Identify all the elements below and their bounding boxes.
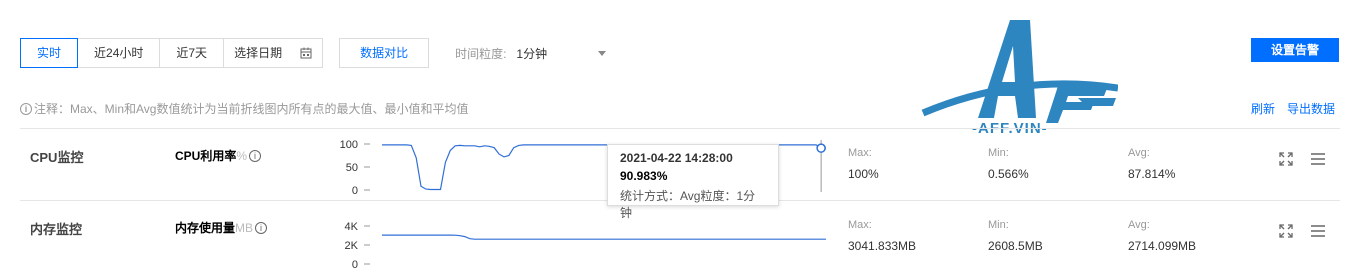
y-tick-label: 2K [345, 240, 359, 252]
metric-name: 内存使用量 MB i [175, 219, 268, 236]
y-tick-label: 100 [340, 139, 358, 151]
help-icon[interactable]: i [249, 149, 262, 162]
stat-min-label: Min: [988, 147, 1009, 159]
stat-max: Max: 100% [848, 147, 879, 181]
stat-min: Min: 2608.5MB [988, 219, 1043, 253]
metric-unit: % [236, 148, 248, 163]
y-tick-label: 50 [346, 162, 358, 174]
metric-unit: MB [235, 220, 254, 235]
stats-note-text: 注释：Max、Min和Avg数值统计为当前折线图内所有点的最大值、最小值和平均值 [34, 102, 469, 116]
info-icon: i [20, 102, 32, 115]
time-range-group: 实时 近24小时 近7天 选择日期 [20, 38, 324, 68]
granularity-value: 1分钟 [516, 46, 548, 61]
stat-max-value: 100% [848, 167, 879, 181]
stat-min-value: 0.566% [988, 167, 1029, 181]
range-24h-button[interactable]: 近24小时 [77, 38, 161, 68]
fullscreen-icon[interactable] [1278, 151, 1294, 167]
stat-min-value: 2608.5MB [988, 239, 1043, 253]
row-title: CPU监控 [30, 150, 84, 165]
set-alarm-button[interactable]: 设置告警 [1251, 38, 1339, 62]
metric-name: CPU利用率 % i [175, 147, 262, 164]
granularity-label: 时间粒度: [455, 46, 507, 61]
granularity-select[interactable]: 1分钟 [516, 45, 607, 62]
metric-label: CPU利用率 [175, 149, 237, 163]
stat-avg-value: 2714.099MB [1128, 239, 1197, 253]
stat-max-value: 3041.833MB [848, 239, 917, 253]
y-tick-label: 4K [345, 221, 359, 233]
granularity-control: 时间粒度: 1分钟 [455, 45, 607, 62]
stat-max: Max: 3041.833MB [848, 219, 916, 253]
stat-min-label: Min: [988, 219, 1009, 231]
chevron-down-icon [598, 50, 607, 56]
stat-min: Min: 0.566% [988, 147, 1029, 181]
menu-icon[interactable] [1310, 152, 1326, 166]
range-7d-button[interactable]: 近7天 [159, 38, 225, 68]
y-tick-label: 0 [352, 185, 358, 197]
stat-max-label: Max: [848, 219, 872, 231]
stat-max-label: Max: [848, 147, 872, 159]
help-icon[interactable]: i [255, 221, 268, 234]
row-actions [1278, 151, 1326, 167]
tooltip-method: 统计方式：Avg粒度：1分钟 [620, 189, 756, 220]
stat-avg-value: 87.814% [1128, 167, 1176, 181]
row-title: 内存监控 [30, 222, 83, 237]
fullscreen-icon[interactable] [1278, 223, 1294, 239]
refresh-link[interactable]: 刷新 [1251, 100, 1275, 117]
menu-icon[interactable] [1310, 224, 1326, 238]
calendar-icon [300, 47, 312, 59]
toolbar: 实时 近24小时 近7天 选择日期 数据对比 时间粒度: 1分钟 [20, 38, 607, 68]
chart-tooltip: 2021-04-22 14:28:00 90.983% 统计方式：Avg粒度：1… [607, 144, 779, 220]
stat-avg: Avg: 87.814% [1128, 147, 1175, 181]
range-realtime-button[interactable]: 实时 [20, 38, 79, 68]
export-data-link[interactable]: 导出数据 [1287, 100, 1335, 117]
tooltip-time: 2021-04-22 14:28:00 [620, 151, 733, 165]
stat-avg-label: Avg: [1128, 219, 1150, 231]
tooltip-value: 90.983% [620, 169, 668, 183]
stats-note: i 注释：Max、Min和Avg数值统计为当前折线图内所有点的最大值、最小值和平… [20, 100, 468, 117]
stat-avg: Avg: 2714.099MB [1128, 219, 1196, 253]
stat-avg-label: Avg: [1128, 147, 1150, 159]
row-actions [1278, 223, 1326, 239]
hover-point[interactable] [816, 143, 826, 153]
header-links: 刷新 导出数据 [1251, 100, 1335, 117]
series-line [382, 234, 826, 240]
metric-label: 内存使用量 [175, 221, 236, 235]
date-picker-button[interactable]: 选择日期 [223, 38, 324, 68]
date-picker-label: 选择日期 [234, 46, 283, 60]
y-tick-label: 0 [352, 259, 358, 270]
compare-button[interactable]: 数据对比 [339, 38, 430, 68]
